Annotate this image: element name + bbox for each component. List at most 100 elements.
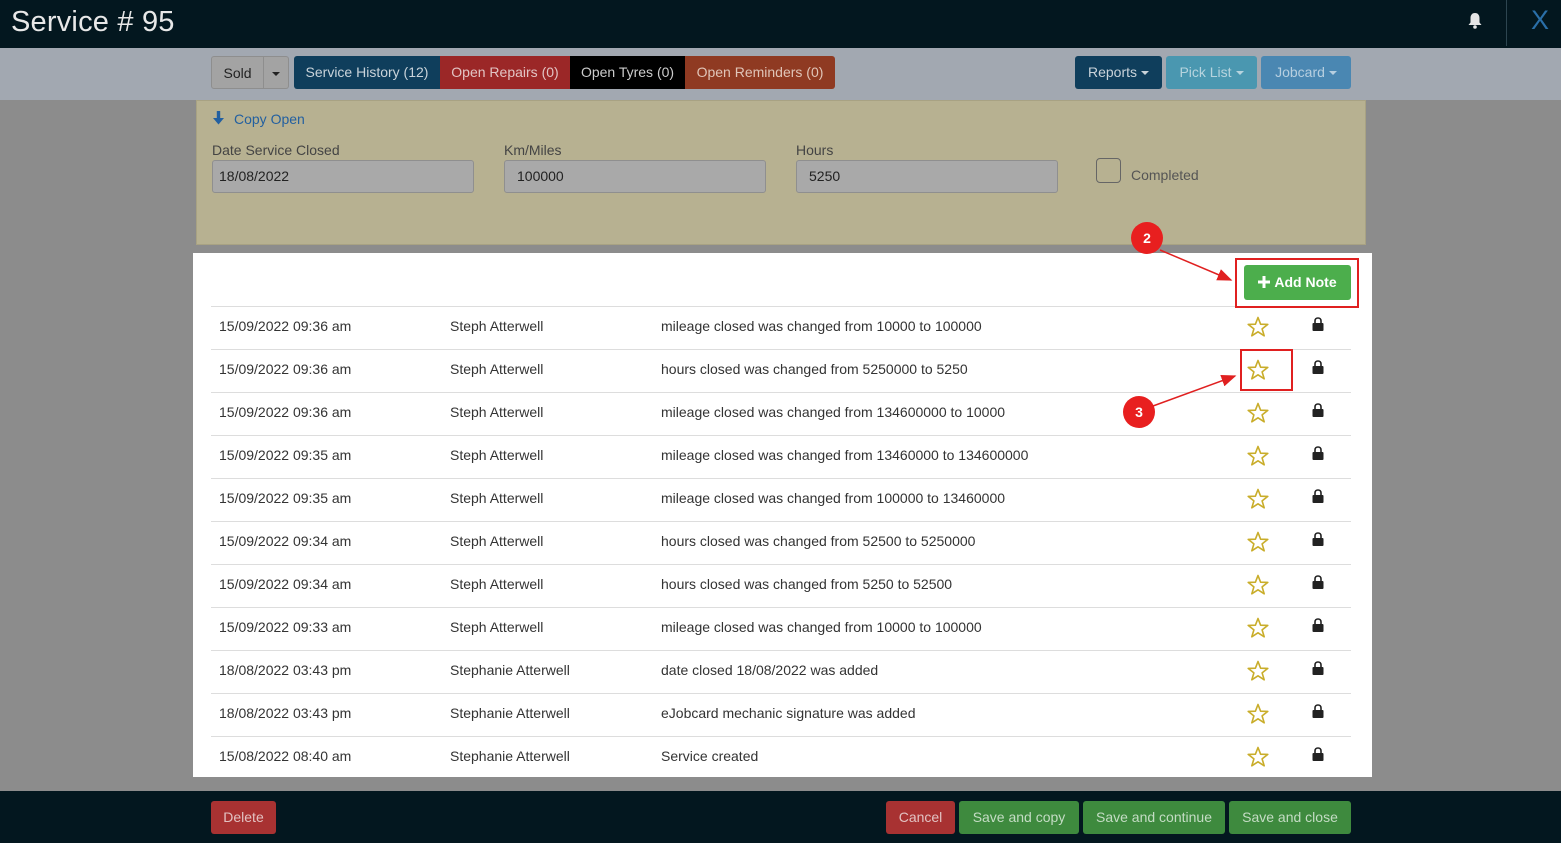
note-description: mileage closed was changed from 13460000… [661, 447, 1029, 463]
note-user: Steph Atterwell [450, 533, 544, 549]
lock-icon[interactable] [1312, 661, 1324, 675]
sold-dropdown-toggle[interactable] [264, 56, 289, 89]
note-description: hours closed was changed from 52500 to 5… [661, 533, 976, 549]
table-row: 15/08/2022 08:40 am Stephanie Atterwell Se… [211, 736, 1351, 779]
service-history-button[interactable]: Service History (12) [294, 56, 440, 89]
jobcard-label: Jobcard [1275, 64, 1325, 80]
pick-list-dropdown-button[interactable]: Pick List [1166, 56, 1257, 89]
open-repairs-label: Open Repairs (0) [451, 64, 559, 80]
note-date: 15/09/2022 09:36 am [219, 361, 352, 377]
lock-icon[interactable] [1312, 446, 1324, 460]
copy-open-link[interactable]: Copy Open [213, 111, 305, 127]
note-description: date closed 18/08/2022 was added [661, 662, 879, 678]
note-user: Steph Atterwell [450, 361, 544, 377]
lock-icon[interactable] [1312, 575, 1324, 589]
lock-icon[interactable] [1312, 403, 1324, 417]
table-row: 15/09/2022 09:36 am Steph Atterwell hours … [211, 349, 1351, 392]
star-icon[interactable] [1247, 488, 1269, 510]
km-miles-label: Km/Miles [504, 142, 562, 158]
note-description: mileage closed was changed from 10000 to… [661, 318, 982, 334]
note-user: Steph Atterwell [450, 318, 544, 334]
note-date: 15/09/2022 09:33 am [219, 619, 352, 635]
km-miles-input[interactable]: 100000 [504, 160, 766, 193]
star-icon[interactable] [1247, 316, 1269, 338]
star-icon[interactable] [1247, 746, 1269, 768]
note-description: mileage closed was changed from 100000 t… [661, 490, 1006, 506]
jobcard-dropdown-button[interactable]: Jobcard [1261, 56, 1351, 89]
close-button[interactable]: X [1531, 5, 1549, 36]
lock-icon[interactable] [1312, 532, 1324, 546]
caret-down-icon [1328, 71, 1337, 76]
caret-down-icon [1235, 71, 1244, 76]
table-row: 18/08/2022 03:43 pm Stephanie Atterwell eJ… [211, 693, 1351, 736]
service-history-label: Service History (12) [305, 64, 429, 80]
table-row: 15/09/2022 09:34 am Steph Atterwell hours … [211, 564, 1351, 607]
date-closed-input[interactable]: 18/08/2022 [212, 160, 474, 193]
cancel-button[interactable]: Cancel [886, 801, 955, 834]
lock-icon[interactable] [1312, 489, 1324, 503]
open-reminders-button[interactable]: Open Reminders (0) [685, 56, 835, 89]
note-description: hours closed was changed from 5250000 to… [661, 361, 968, 377]
reports-dropdown-button[interactable]: Reports [1075, 56, 1162, 89]
table-row: 15/09/2022 09:35 am Steph Atterwell mileag… [211, 435, 1351, 478]
hours-label: Hours [796, 142, 834, 158]
star-icon[interactable] [1247, 660, 1269, 682]
table-row: 18/08/2022 03:43 pm Stephanie Atterwell da… [211, 650, 1351, 693]
sold-button[interactable]: Sold [211, 56, 264, 89]
star-icon[interactable] [1247, 617, 1269, 639]
toolbar: Sold Service History (12) Open Repairs (… [0, 48, 1561, 100]
open-tyres-button[interactable]: Open Tyres (0) [570, 56, 685, 89]
note-description: mileage closed was changed from 13460000… [661, 404, 1006, 420]
completed-label: Completed [1131, 167, 1199, 183]
star-icon[interactable] [1247, 574, 1269, 596]
page-title: Service # 95 [11, 6, 175, 38]
arrow-down-icon [213, 111, 224, 125]
note-date: 15/09/2022 09:34 am [219, 576, 352, 592]
star-icon[interactable] [1247, 531, 1269, 553]
delete-button[interactable]: Delete [211, 801, 276, 834]
caret-down-icon [1141, 71, 1150, 76]
note-user: Steph Atterwell [450, 576, 544, 592]
note-description: eJobcard mechanic signature was added [661, 705, 916, 721]
annotation-badge-2: 2 [1131, 222, 1163, 254]
title-bar: Service # 95 X [0, 0, 1561, 48]
completed-checkbox[interactable] [1096, 158, 1121, 183]
star-icon[interactable] [1247, 402, 1269, 424]
note-user: Steph Atterwell [450, 490, 544, 506]
star-icon[interactable] [1247, 703, 1269, 725]
copy-open-label: Copy Open [234, 111, 305, 127]
date-closed-label: Date Service Closed [212, 142, 340, 158]
annotation-box-star [1240, 349, 1293, 391]
lock-icon[interactable] [1312, 317, 1324, 331]
lock-icon[interactable] [1312, 360, 1324, 374]
lock-icon[interactable] [1312, 704, 1324, 718]
star-icon[interactable] [1247, 445, 1269, 467]
note-description: hours closed was changed from 5250 to 52… [661, 576, 953, 592]
table-row: 15/09/2022 09:36 am Steph Atterwell mileag… [211, 306, 1351, 349]
note-user: Steph Atterwell [450, 404, 544, 420]
table-row: 15/09/2022 09:33 am Steph Atterwell mileag… [211, 607, 1351, 650]
save-and-close-button[interactable]: Save and close [1229, 801, 1351, 834]
note-date: 15/08/2022 08:40 am [219, 748, 352, 764]
lock-icon[interactable] [1312, 618, 1324, 632]
note-user: Stephanie Atterwell [450, 748, 570, 764]
note-user: Stephanie Atterwell [450, 662, 570, 678]
note-description: mileage closed was changed from 10000 to… [661, 619, 982, 635]
lock-icon[interactable] [1312, 747, 1324, 761]
hours-input[interactable]: 5250 [796, 160, 1058, 193]
sold-label: Sold [223, 65, 252, 81]
table-row: 15/09/2022 09:34 am Steph Atterwell hours … [211, 521, 1351, 564]
annotation-badge-3: 3 [1123, 396, 1155, 428]
annotation-box-add-note [1235, 258, 1359, 308]
bell-icon[interactable] [1467, 12, 1483, 30]
note-date: 15/09/2022 09:34 am [219, 533, 352, 549]
save-and-continue-button[interactable]: Save and continue [1083, 801, 1225, 834]
table-row: 15/09/2022 09:36 am Steph Atterwell mileag… [211, 392, 1351, 435]
note-description: Service created [661, 748, 759, 764]
pick-list-label: Pick List [1179, 64, 1232, 80]
note-date: 15/09/2022 09:35 am [219, 447, 352, 463]
caret-down-icon [272, 72, 280, 77]
save-and-copy-button[interactable]: Save and copy [959, 801, 1079, 834]
open-repairs-button[interactable]: Open Repairs (0) [440, 56, 570, 89]
title-divider [1506, 0, 1507, 46]
